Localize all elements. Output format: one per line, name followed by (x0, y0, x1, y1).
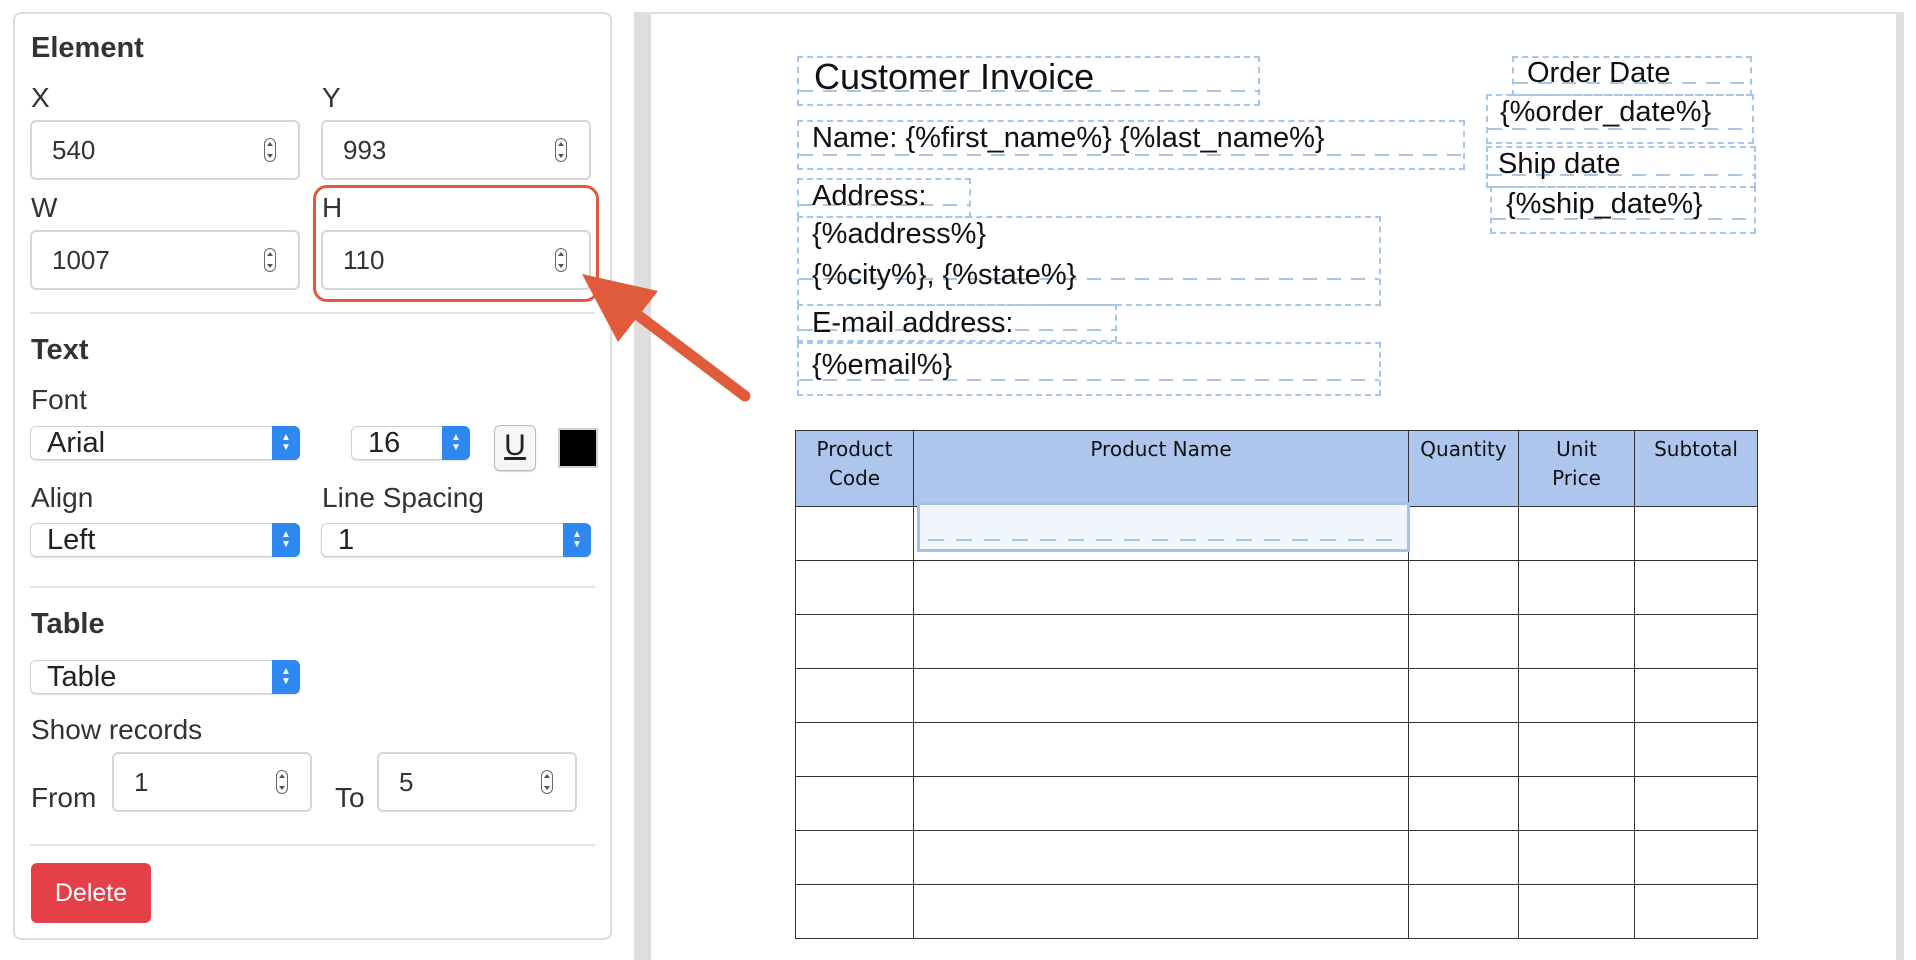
annotation-arrow-icon (582, 274, 751, 402)
